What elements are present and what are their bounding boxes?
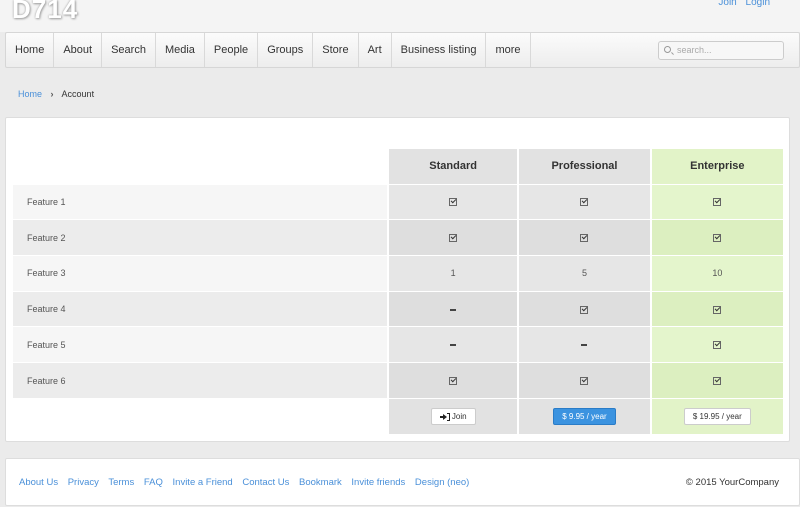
feature-name: Feature 6: [13, 361, 388, 399]
nav-media[interactable]: Media: [156, 33, 205, 67]
site-header: D714 Join Login: [0, 0, 800, 32]
feature-name: Feature 1: [13, 183, 388, 220]
nav-art[interactable]: Art: [359, 33, 392, 67]
footer-link-terms[interactable]: Terms: [108, 477, 134, 488]
buy-professional-button[interactable]: $ 9.95 / year: [553, 407, 616, 425]
footer-link-bookmark[interactable]: Bookmark: [299, 477, 342, 488]
checkbox-icon: [713, 234, 722, 243]
table-row: Feature 3 1 5 10: [13, 254, 783, 292]
checkbox-icon: [449, 376, 458, 385]
breadcrumb-separator: ›: [50, 89, 54, 99]
plan-header-standard: Standard: [386, 149, 519, 184]
checkbox-icon: [580, 305, 589, 314]
pricing-header-row: Standard Professional Enterprise: [13, 149, 783, 184]
checkbox-icon: [580, 198, 589, 207]
search-placeholder: search...: [677, 45, 712, 55]
footer-link-design[interactable]: Design (neo): [415, 477, 469, 488]
feature-value: 5: [517, 254, 651, 292]
checkbox-icon: [713, 198, 722, 207]
feature-value: 10: [649, 254, 783, 292]
checkbox-icon: [580, 376, 589, 385]
checkbox-icon: [713, 341, 722, 350]
nav-people[interactable]: People: [205, 33, 259, 67]
checkbox-icon: [449, 198, 458, 207]
table-row: Feature 5: [13, 326, 783, 363]
feature-value: 1: [386, 254, 519, 292]
copyright: © 2015 YourCompany: [685, 477, 779, 488]
checkbox-icon: [713, 305, 722, 314]
buy-enterprise-button[interactable]: $ 19.95 / year: [683, 407, 751, 425]
minus-icon: [450, 344, 457, 347]
join-standard-button[interactable]: Join: [430, 407, 476, 425]
breadcrumb-home[interactable]: Home: [18, 89, 42, 99]
breadcrumb: Home › Account: [18, 89, 94, 99]
nav-more[interactable]: more: [486, 33, 531, 67]
pricing-panel: Standard Professional Enterprise Feature…: [5, 117, 790, 442]
nav-store[interactable]: Store: [313, 33, 359, 67]
pricing-table: Standard Professional Enterprise Feature…: [13, 149, 783, 434]
breadcrumb-current: Account: [61, 89, 95, 99]
checkbox-icon: [580, 234, 589, 243]
site-footer: About Us Privacy Terms FAQ Invite a Frie…: [5, 458, 800, 506]
footer-link-invite-a-friend[interactable]: Invite a Friend: [173, 477, 233, 488]
nav-home[interactable]: Home: [6, 33, 55, 67]
feature-name: Feature 2: [13, 219, 388, 256]
footer-links: About Us Privacy Terms FAQ Invite a Frie…: [19, 477, 476, 488]
checkbox-icon: [713, 376, 722, 385]
nav-search[interactable]: Search: [102, 33, 156, 67]
table-row: Feature 2: [13, 219, 783, 256]
plan-header-professional: Professional: [517, 149, 651, 184]
login-icon: [439, 412, 450, 421]
nav-about[interactable]: About: [54, 33, 103, 67]
table-row: Feature 1: [13, 183, 783, 220]
login-link[interactable]: Login: [746, 0, 770, 8]
table-row: Feature 4: [13, 290, 783, 327]
plan-header-enterprise: Enterprise: [649, 149, 783, 184]
footer-link-faq[interactable]: FAQ: [144, 477, 163, 488]
feature-name: Feature 3: [13, 254, 388, 292]
site-logo[interactable]: D714: [12, 0, 78, 25]
main-navbar: Home About Search Media People Groups St…: [5, 32, 800, 68]
table-row: Feature 6: [13, 361, 783, 399]
top-links: Join Login: [718, 0, 770, 8]
pricing-actions-row: Join $ 9.95 / year $ 19.95 / year: [13, 397, 783, 434]
search-icon: [664, 46, 671, 53]
footer-link-invite-friends[interactable]: Invite friends: [351, 477, 405, 488]
feature-name: Feature 5: [13, 326, 388, 363]
feature-name: Feature 4: [13, 290, 388, 327]
footer-link-about-us[interactable]: About Us: [19, 477, 58, 488]
search-input[interactable]: search...: [658, 41, 784, 60]
nav-groups[interactable]: Groups: [258, 33, 314, 67]
minus-icon: [581, 344, 588, 347]
footer-link-privacy[interactable]: Privacy: [68, 477, 99, 488]
minus-icon: [450, 308, 457, 311]
checkbox-icon: [449, 234, 458, 243]
join-link[interactable]: Join: [718, 0, 736, 8]
footer-link-contact-us[interactable]: Contact Us: [242, 477, 289, 488]
nav-business-listing[interactable]: Business listing: [392, 33, 487, 67]
